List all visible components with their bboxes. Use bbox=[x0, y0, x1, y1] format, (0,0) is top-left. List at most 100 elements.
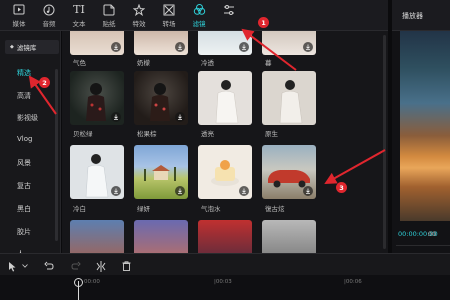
filter-name: 原生 bbox=[265, 130, 278, 138]
filter-name: 气色 bbox=[73, 59, 86, 67]
sticker-icon bbox=[103, 3, 116, 16]
filter-tile[interactable] bbox=[262, 145, 316, 199]
tool-label: 文本 bbox=[72, 20, 86, 28]
category-item-hd[interactable]: 高清 bbox=[17, 91, 31, 101]
redo-icon[interactable] bbox=[70, 260, 82, 272]
undo-icon[interactable] bbox=[43, 260, 55, 272]
filter-icon bbox=[193, 3, 206, 16]
media-icon bbox=[13, 3, 26, 16]
download-icon bbox=[303, 42, 313, 52]
tile-image bbox=[215, 80, 239, 124]
transition-icon bbox=[163, 3, 176, 16]
filter-name: 贝松绿 bbox=[73, 130, 93, 138]
caret-down-icon: ◆ bbox=[10, 44, 14, 50]
tool-text[interactable]: TI 文本 bbox=[64, 0, 94, 31]
download-icon bbox=[111, 112, 121, 122]
tool-sticker[interactable]: 贴纸 bbox=[94, 0, 124, 31]
filter-tile[interactable] bbox=[70, 145, 124, 199]
category-header-label: 滤镜库 bbox=[16, 44, 37, 52]
filter-category-panel: ◆ 滤镜库 精选 高清 影视级 Vlog 风景 复古 黑白 胶片 人 bbox=[0, 31, 61, 258]
filter-tile[interactable] bbox=[134, 31, 188, 55]
filter-tile[interactable] bbox=[262, 71, 316, 125]
download-icon bbox=[111, 42, 121, 52]
select-cursor-icon[interactable] bbox=[6, 260, 18, 272]
category-scrollbar[interactable] bbox=[55, 69, 58, 241]
text-icon: TI bbox=[73, 3, 85, 16]
tool-filter[interactable]: 滤镜 bbox=[184, 0, 214, 31]
filter-name: 冷透 bbox=[201, 59, 214, 67]
tool-adjust[interactable] bbox=[214, 0, 244, 31]
annotation-badge-1: 1 bbox=[258, 17, 269, 28]
download-icon bbox=[175, 186, 185, 196]
player-preview: 00:00:00:00 00 bbox=[392, 31, 450, 253]
filter-tile[interactable] bbox=[70, 71, 124, 125]
filter-tile[interactable] bbox=[134, 220, 188, 253]
category-item-vlog[interactable]: Vlog bbox=[17, 135, 32, 143]
download-icon bbox=[175, 42, 185, 52]
filter-name: 松果棕 bbox=[137, 130, 157, 138]
tool-audio[interactable]: 音频 bbox=[34, 0, 64, 31]
filter-tile[interactable] bbox=[198, 145, 252, 199]
audio-icon bbox=[43, 3, 56, 16]
filter-grid: 气色 奶檬 冷透 暮 贝松绿 松果棕 透亮 原生 冷白 绿妍 气泡水 復古炫 bbox=[62, 31, 388, 253]
filter-name: 冷白 bbox=[73, 205, 86, 213]
filter-tile[interactable] bbox=[198, 220, 252, 253]
grid-scrollbar[interactable] bbox=[383, 35, 386, 249]
category-item-bw[interactable]: 黑白 bbox=[17, 204, 31, 214]
filter-name: 透亮 bbox=[201, 130, 214, 138]
category-item-cinematic[interactable]: 影视级 bbox=[17, 113, 38, 123]
annotation-badge-2: 2 bbox=[39, 77, 50, 88]
tool-effects[interactable]: 特效 bbox=[124, 0, 154, 31]
filter-tile[interactable] bbox=[134, 71, 188, 125]
timeline-tick-label: |00:06 bbox=[344, 279, 362, 285]
filter-tile[interactable] bbox=[262, 31, 316, 55]
filter-name: 奶檬 bbox=[137, 59, 150, 67]
timeline-toolbar bbox=[0, 253, 450, 275]
filter-tile[interactable] bbox=[198, 71, 252, 125]
filter-name: 暮 bbox=[265, 59, 272, 67]
tool-label: 媒体 bbox=[12, 20, 26, 28]
player-header: 播放器 bbox=[392, 0, 450, 31]
tile-image bbox=[279, 80, 303, 124]
download-icon bbox=[239, 186, 249, 196]
filter-tile[interactable] bbox=[198, 31, 252, 55]
timeline-tick-label: |00:03 bbox=[214, 279, 232, 285]
timeline-tick-label: 00:00 bbox=[84, 279, 100, 285]
delete-icon[interactable] bbox=[120, 260, 132, 272]
filter-name: 气泡水 bbox=[201, 205, 221, 213]
tool-label: 滤镜 bbox=[192, 20, 206, 28]
download-icon bbox=[111, 186, 121, 196]
total-timecode: 00 bbox=[428, 230, 437, 238]
annotation-badge-3: 3 bbox=[336, 182, 347, 193]
dropdown-chevron-icon[interactable] bbox=[19, 260, 31, 272]
playhead-line[interactable] bbox=[78, 281, 79, 300]
download-icon bbox=[239, 42, 249, 52]
split-icon[interactable] bbox=[95, 260, 107, 272]
player-title: 播放器 bbox=[402, 12, 423, 20]
category-header[interactable]: ◆ 滤镜库 bbox=[5, 40, 59, 54]
download-icon bbox=[303, 186, 313, 196]
filter-tile[interactable] bbox=[70, 31, 124, 55]
tool-label: 音频 bbox=[42, 20, 56, 28]
filter-tile[interactable] bbox=[262, 220, 316, 253]
filter-name: 復古炫 bbox=[265, 205, 285, 213]
preview-divider bbox=[396, 245, 450, 246]
tool-label: 转场 bbox=[162, 20, 176, 28]
top-toolbar: 媒体 音频 TI 文本 贴纸 特效 转场 滤镜 bbox=[0, 0, 388, 31]
category-item-scenery[interactable]: 风景 bbox=[17, 158, 31, 168]
download-icon bbox=[175, 112, 185, 122]
tool-transition[interactable]: 转场 bbox=[154, 0, 184, 31]
category-item-retro[interactable]: 复古 bbox=[17, 181, 31, 191]
filter-name: 绿妍 bbox=[137, 205, 150, 213]
category-item-selected[interactable]: 精选 bbox=[17, 68, 31, 78]
tool-label: 特效 bbox=[132, 20, 146, 28]
video-editor-app: { "toolbar": { "tools": [ {"label": "媒体"… bbox=[0, 0, 450, 300]
category-item-film[interactable]: 胶片 bbox=[17, 227, 31, 237]
filter-tile[interactable] bbox=[134, 145, 188, 199]
adjust-icon bbox=[223, 3, 236, 16]
tool-label: 贴纸 bbox=[102, 20, 116, 28]
filter-tile[interactable] bbox=[70, 220, 124, 253]
preview-image bbox=[400, 31, 450, 221]
effects-icon bbox=[133, 3, 146, 16]
tool-media[interactable]: 媒体 bbox=[4, 0, 34, 31]
